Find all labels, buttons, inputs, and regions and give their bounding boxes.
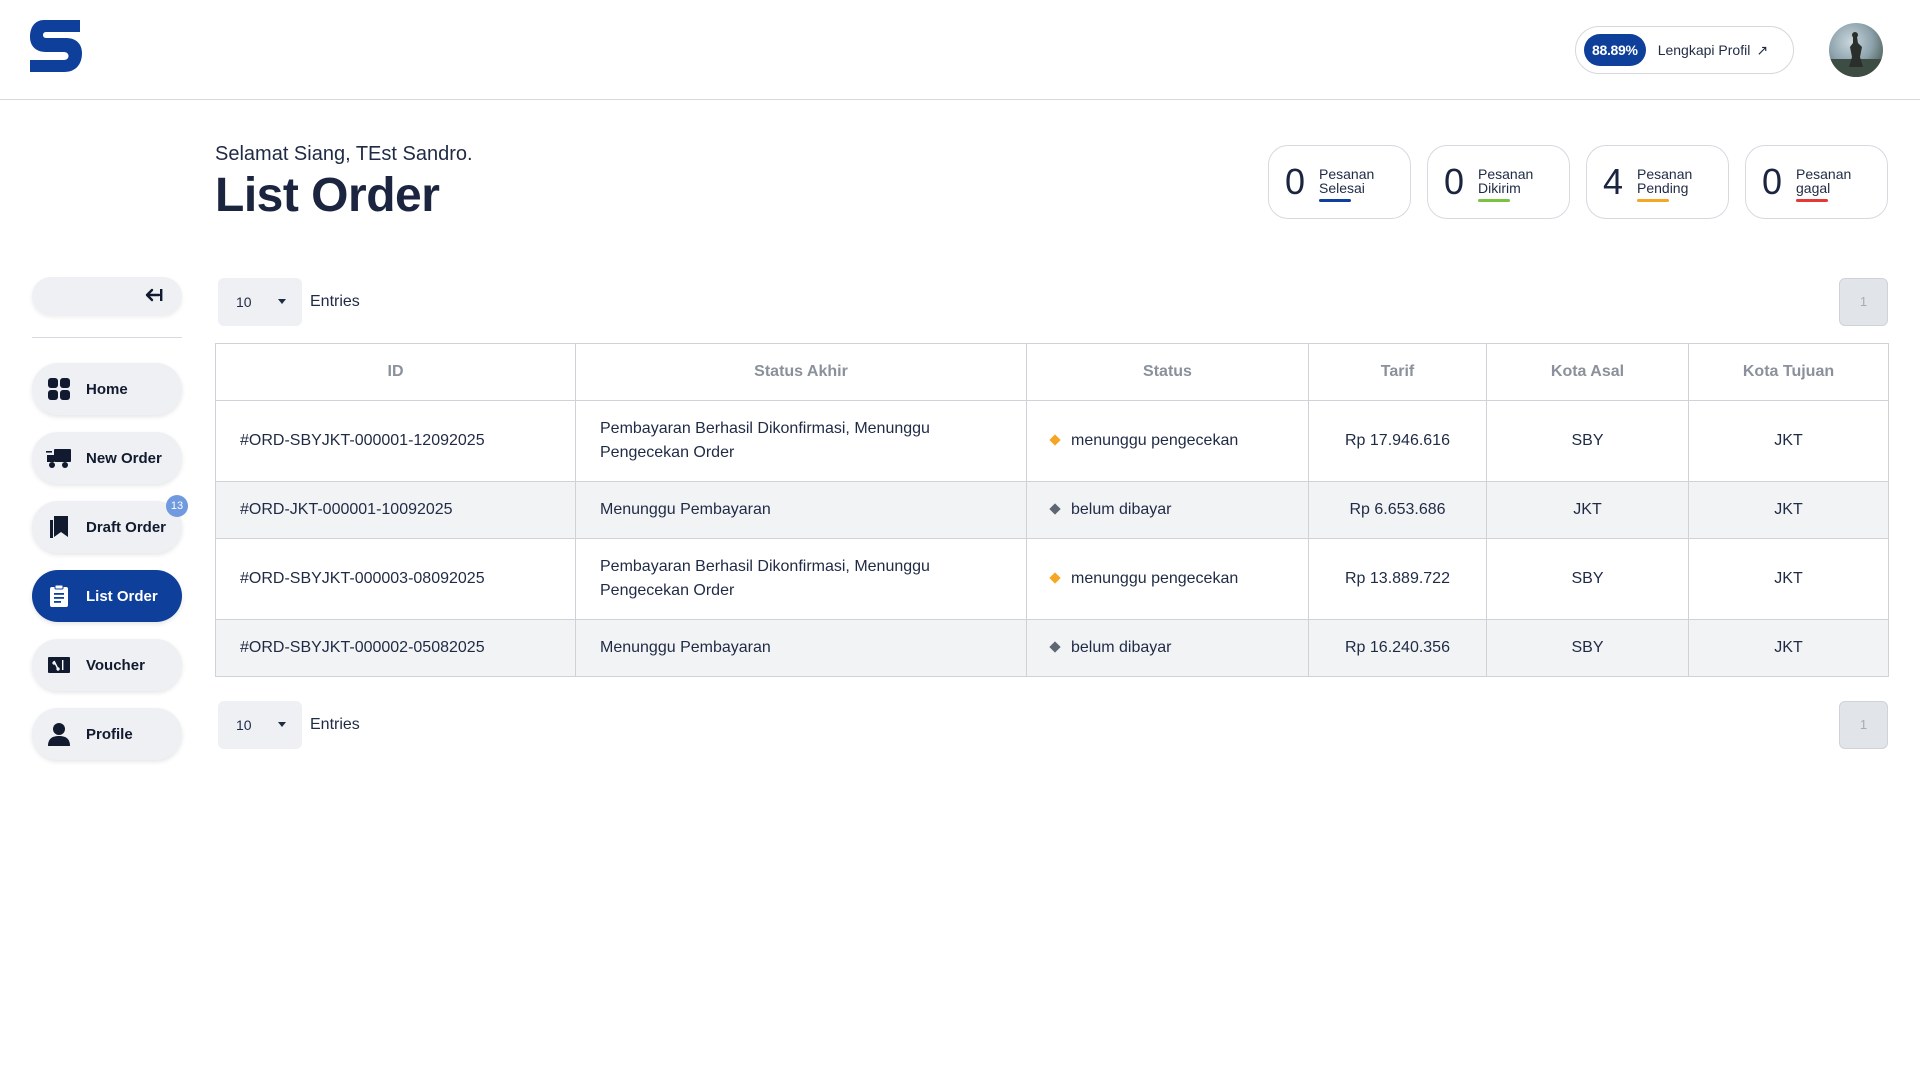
column-header-kota-asal[interactable]: Kota Asal <box>1486 343 1689 401</box>
table-row[interactable]: #ORD-SBYJKT-000001-12092025 Pembayaran B… <box>215 400 1889 482</box>
stat-underline <box>1319 199 1351 202</box>
sidebar-item-home[interactable]: Home <box>32 363 182 415</box>
column-header-status[interactable]: Status <box>1026 343 1309 401</box>
status-diamond-icon <box>1049 503 1061 515</box>
order-id-cell: #ORD-SBYJKT-000002-05082025 <box>215 619 576 677</box>
stat-label: Pesanan Selesai <box>1319 166 1375 196</box>
draft-icon <box>46 514 72 540</box>
sidebar-divider <box>32 337 182 338</box>
status-diamond-icon <box>1049 434 1061 446</box>
stat-label: Pesanan Pending <box>1637 166 1693 196</box>
stat-count: 4 <box>1603 161 1624 202</box>
sidebar-item-label: List Order <box>86 587 158 605</box>
sidebar-item-label: New Order <box>86 449 162 467</box>
entries-label: Entries <box>310 716 360 733</box>
status-akhir-cell: Menunggu Pembayaran <box>575 481 1027 539</box>
status-diamond-icon <box>1049 641 1061 653</box>
order-id-cell: #ORD-SBYJKT-000001-12092025 <box>215 400 576 482</box>
user-icon <box>46 721 72 747</box>
table-row[interactable]: #ORD-JKT-000001-10092025 Menunggu Pembay… <box>215 481 1889 539</box>
sidebar-item-label: Voucher <box>86 656 145 674</box>
stat-label: Pesanan Dikirim <box>1478 166 1534 196</box>
stat-count: 0 <box>1285 161 1306 202</box>
status-cell: menunggu pengecekan <box>1026 538 1309 620</box>
stat-card-dikirim: 0 Pesanan Dikirim <box>1427 145 1570 219</box>
stat-underline <box>1637 199 1669 202</box>
brand-logo[interactable] <box>30 20 82 78</box>
sidebar-item-label: Profile <box>86 725 133 743</box>
tarif-cell: Rp 16.240.356 <box>1308 619 1487 677</box>
entries-value: 10 <box>236 717 252 733</box>
collapse-arrow-icon <box>145 288 163 302</box>
complete-profile-label: Lengkapi Profil <box>1657 42 1751 58</box>
status-cell: menunggu pengecekan <box>1026 400 1309 482</box>
profile-completion-badge: 88.89% <box>1584 34 1646 66</box>
kota-tujuan-cell: JKT <box>1688 400 1889 482</box>
column-header-kota-tujuan[interactable]: Kota Tujuan <box>1688 343 1889 401</box>
sidebar-item-profile[interactable]: Profile <box>32 708 182 760</box>
status-akhir-cell: Menunggu Pembayaran <box>575 619 1027 677</box>
status-akhir-cell: Pembayaran Berhasil Dikonfirmasi, Menung… <box>575 400 1027 482</box>
truck-icon <box>46 445 72 471</box>
grid-icon <box>46 376 72 402</box>
external-arrow-icon: ↗ <box>1756 41 1769 58</box>
sidebar-item-voucher[interactable]: Voucher <box>32 639 182 691</box>
stat-count: 0 <box>1762 161 1783 202</box>
stat-card-gagal: 0 Pesanan gagal <box>1745 145 1888 219</box>
kota-asal-cell: SBY <box>1486 538 1689 620</box>
kota-tujuan-cell: JKT <box>1688 619 1889 677</box>
column-header-status-akhir[interactable]: Status Akhir <box>575 343 1027 401</box>
caret-down-icon <box>278 299 286 304</box>
pagination-page-button[interactable]: 1 <box>1839 278 1888 326</box>
stat-card-selesai: 0 Pesanan Selesai <box>1268 145 1411 219</box>
sidebar-item-new-order[interactable]: New Order <box>32 432 182 484</box>
stat-card-pending: 4 Pesanan Pending <box>1586 145 1729 219</box>
stat-count: 0 <box>1444 161 1465 202</box>
status-cell: belum dibayar <box>1026 619 1309 677</box>
status-akhir-cell: Pembayaran Berhasil Dikonfirmasi, Menung… <box>575 538 1027 620</box>
entries-value: 10 <box>236 294 252 310</box>
avatar[interactable] <box>1829 23 1883 77</box>
complete-profile-button[interactable]: 88.89% Lengkapi Profil ↗ <box>1575 26 1794 74</box>
sidebar-item-list-order[interactable]: List Order <box>32 570 182 622</box>
tarif-cell: Rp 17.946.616 <box>1308 400 1487 482</box>
pagination-page-button[interactable]: 1 <box>1839 701 1888 749</box>
entries-select-top[interactable]: 10 <box>218 278 302 326</box>
greeting-text: Selamat Siang, TEst Sandro. <box>215 143 473 165</box>
kota-asal-cell: SBY <box>1486 400 1689 482</box>
sidebar-collapse-button[interactable] <box>32 277 182 315</box>
tarif-cell: Rp 13.889.722 <box>1308 538 1487 620</box>
sidebar-item-label: Draft Order <box>86 518 167 536</box>
entries-select-bottom[interactable]: 10 <box>218 701 302 749</box>
top-header: 88.89% Lengkapi Profil ↗ <box>0 0 1920 100</box>
kota-asal-cell: SBY <box>1486 619 1689 677</box>
kota-tujuan-cell: JKT <box>1688 538 1889 620</box>
order-table: ID Status Akhir Status Tarif Kota Asal K… <box>215 343 1889 677</box>
caret-down-icon <box>278 722 286 727</box>
table-header-row: ID Status Akhir Status Tarif Kota Asal K… <box>215 343 1889 401</box>
ticket-icon <box>46 652 72 678</box>
clipboard-icon <box>46 583 72 609</box>
sidebar-item-label: Home <box>86 380 128 398</box>
stat-underline <box>1478 199 1510 202</box>
column-header-tarif[interactable]: Tarif <box>1308 343 1487 401</box>
table-row[interactable]: #ORD-SBYJKT-000003-08092025 Pembayaran B… <box>215 538 1889 620</box>
order-id-cell: #ORD-SBYJKT-000003-08092025 <box>215 538 576 620</box>
stat-label: Pesanan gagal <box>1796 166 1852 196</box>
tarif-cell: Rp 6.653.686 <box>1308 481 1487 539</box>
kota-tujuan-cell: JKT <box>1688 481 1889 539</box>
order-id-cell: #ORD-JKT-000001-10092025 <box>215 481 576 539</box>
table-row[interactable]: #ORD-SBYJKT-000002-05082025 Menunggu Pem… <box>215 619 1889 677</box>
kota-asal-cell: JKT <box>1486 481 1689 539</box>
sidebar-item-draft-order[interactable]: Draft Order 13 <box>32 495 188 553</box>
draft-count-badge: 13 <box>166 495 188 517</box>
status-cell: belum dibayar <box>1026 481 1309 539</box>
status-diamond-icon <box>1049 572 1061 584</box>
stat-underline <box>1796 199 1828 202</box>
column-header-id[interactable]: ID <box>215 343 576 401</box>
entries-label: Entries <box>310 293 360 310</box>
page-title: List Order <box>215 169 440 222</box>
